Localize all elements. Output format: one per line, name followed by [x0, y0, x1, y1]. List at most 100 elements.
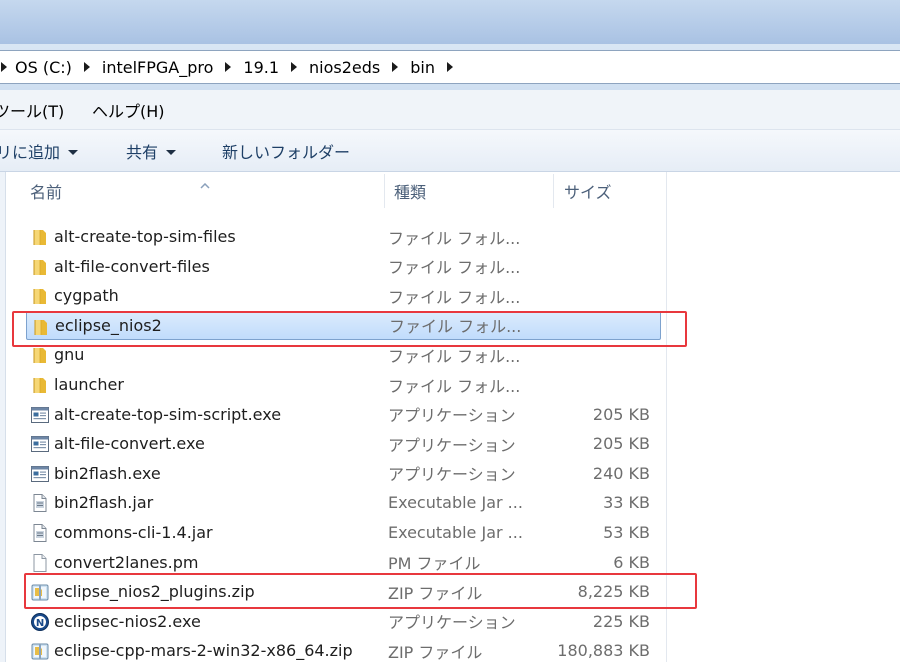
file-type: ファイル フォル... [388, 258, 521, 278]
folder-icon [30, 227, 50, 247]
command-toolbar: リに追加 共有 新しいフォルダー [0, 130, 900, 172]
zip-file-icon [30, 641, 50, 661]
application-icon [30, 405, 50, 425]
file-row[interactable]: alt-create-top-sim-script.exe アプリケーション 205… [22, 400, 662, 429]
file-name: gnu [54, 345, 85, 365]
column-divider[interactable] [384, 174, 385, 208]
file-row[interactable]: Neclipsec-nios2.exe アプリケーション 225 KB [22, 607, 662, 636]
breadcrumb-label: nios2eds [309, 57, 381, 77]
file-row[interactable]: alt-create-top-sim-files ファイル フォル... [22, 222, 662, 251]
file-name: convert2lanes.pm [54, 552, 199, 572]
file-size: 6 KB [613, 552, 650, 572]
column-header-name[interactable]: 名前 [30, 172, 382, 210]
file-name: bin2flash.jar [54, 493, 154, 513]
menu-bar: ツール(T) ヘルプ(H) [0, 90, 900, 130]
file-row[interactable]: alt-file-convert-files ファイル フォル... [22, 252, 662, 281]
chevron-right-icon[interactable] [384, 51, 406, 83]
include-in-library-label: リに追加 [0, 143, 61, 162]
file-row[interactable]: bin2flash.exe アプリケーション 240 KB [22, 459, 662, 488]
file-type: アプリケーション [388, 465, 516, 485]
file-size: 53 KB [603, 523, 650, 542]
file-type: ファイル フォル... [388, 228, 521, 248]
column-header-size[interactable]: サイズ [564, 172, 664, 210]
column-size-label: サイズ [564, 183, 612, 202]
chevron-right-icon[interactable] [217, 51, 239, 83]
chevron-right-icon[interactable] [439, 51, 461, 83]
file-name: launcher [54, 375, 124, 394]
file-type: アプリケーション [388, 613, 516, 633]
menu-tools[interactable]: ツール(T) [0, 98, 64, 122]
breadcrumb-intelfpga-pro[interactable]: intelFPGA_pro [98, 51, 240, 83]
file-row[interactable]: eclipse-cpp-mars-2-win32-x86_64.zip ZIP フ… [22, 636, 662, 662]
file-size: 240 KB [592, 463, 650, 483]
chevron-right-icon[interactable] [76, 51, 98, 83]
folder-icon [30, 345, 50, 365]
breadcrumb-os-c[interactable]: OS (C:) [11, 51, 98, 83]
file-row[interactable]: commons-cli-1.4.jar Executable Jar ... 53 … [22, 518, 662, 547]
file-size: 180,883 KB [557, 641, 650, 661]
share-button[interactable]: 共有 [126, 130, 177, 172]
file-row[interactable]: bin2flash.jar Executable Jar ... 33 KB [22, 488, 662, 517]
address-bar-area: OS (C:) intelFPGA_pro 19.1 nios2eds bin [0, 44, 900, 90]
breadcrumb-label: intelFPGA_pro [101, 57, 214, 77]
breadcrumb-nios2eds[interactable]: nios2eds [305, 51, 406, 83]
details-pane [666, 172, 900, 662]
file-type: ファイル フォル... [388, 287, 521, 307]
window-titlebar [0, 0, 900, 44]
file-type: PM ファイル [388, 554, 481, 574]
file-type: ZIP ファイル [388, 642, 483, 662]
address-bar[interactable]: OS (C:) intelFPGA_pro 19.1 nios2eds bin [0, 50, 900, 84]
file-name: eclipse-cpp-mars-2-win32-x86_64.zip [54, 641, 353, 661]
file-type: ファイル フォル... [388, 376, 521, 396]
file-row[interactable]: launcher ファイル フォル... [22, 370, 662, 399]
file-name: alt-file-convert-files [54, 256, 210, 276]
file-name: eclipsec-nios2.exe [54, 611, 201, 631]
file-type: アプリケーション [388, 406, 516, 426]
share-label: 共有 [126, 143, 159, 162]
file-name: cygpath [54, 286, 119, 306]
file-row[interactable]: alt-file-convert.exe アプリケーション 205 KB [22, 429, 662, 458]
application-icon [30, 434, 50, 454]
menu-help[interactable]: ヘルプ(H) [92, 98, 165, 122]
include-in-library-button[interactable]: リに追加 [0, 130, 79, 172]
column-type-label: 種類 [394, 183, 427, 202]
file-name: alt-create-top-sim-script.exe [54, 404, 282, 424]
file-size: 205 KB [592, 404, 650, 424]
column-divider[interactable] [553, 174, 554, 208]
folder-icon [30, 375, 50, 395]
new-folder-label: 新しいフォルダー [222, 143, 351, 162]
file-size: 225 KB [592, 611, 650, 631]
chevron-right-icon [0, 51, 11, 83]
jar-file-icon [30, 523, 50, 543]
new-folder-button[interactable]: 新しいフォルダー [222, 130, 350, 172]
folder-icon [30, 286, 50, 306]
nios-app-icon: N [30, 612, 50, 632]
file-name: bin2flash.exe [54, 463, 161, 483]
file-name: alt-file-convert.exe [54, 434, 205, 454]
column-header-type[interactable]: 種類 [394, 172, 554, 210]
svg-text:N: N [36, 618, 44, 629]
file-size: 205 KB [592, 434, 650, 454]
jar-file-icon [30, 493, 50, 513]
breadcrumb-leading-arrow[interactable] [0, 51, 11, 83]
breadcrumb-label: OS (C:) [15, 57, 72, 77]
file-type: Executable Jar ... [388, 523, 523, 542]
highlight-box-eclipse-nios2-plugins [24, 573, 697, 609]
file-name: alt-create-top-sim-files [54, 227, 236, 246]
column-name-label: 名前 [30, 183, 63, 202]
file-type: Executable Jar ... [388, 493, 523, 513]
file-name: commons-cli-1.4.jar [54, 523, 213, 542]
chevron-right-icon[interactable] [283, 51, 305, 83]
file-type: アプリケーション [388, 435, 516, 455]
highlight-box-eclipse-nios2 [12, 311, 687, 347]
blank-file-icon [30, 553, 50, 573]
breadcrumb-label: 19.1 [243, 57, 280, 77]
breadcrumb-bin[interactable]: bin [406, 51, 461, 83]
breadcrumb-label: bin [410, 57, 436, 77]
file-size: 33 KB [603, 493, 650, 513]
chevron-down-icon [68, 149, 79, 155]
file-row[interactable]: cygpath ファイル フォル... [22, 281, 662, 310]
application-icon [30, 464, 50, 484]
breadcrumb-19-1[interactable]: 19.1 [239, 51, 305, 83]
chevron-down-icon [166, 149, 177, 155]
